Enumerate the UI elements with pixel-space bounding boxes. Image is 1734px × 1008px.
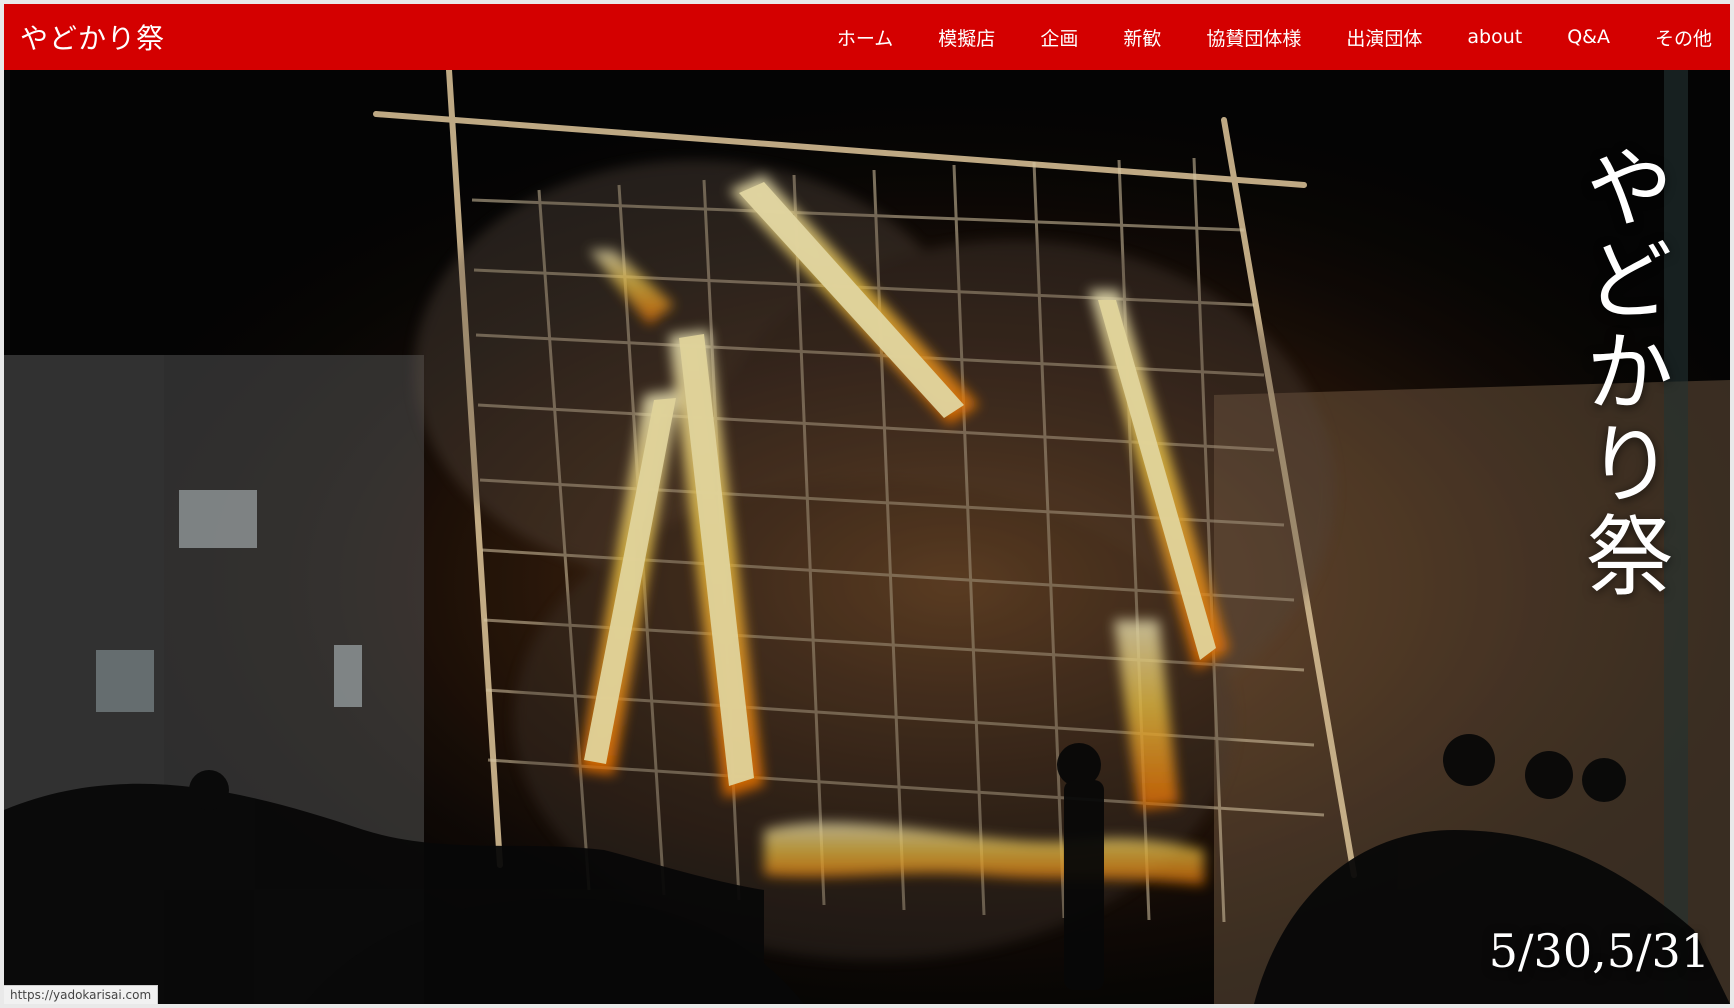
nav-other[interactable]: その他 (1655, 24, 1712, 51)
hero-banner: やどかり祭 5/30,5/31 https://yadokarisai.com (4, 70, 1730, 1004)
nav-events[interactable]: 企画 (1040, 24, 1078, 51)
nav-about[interactable]: about (1467, 26, 1522, 48)
nav-stalls[interactable]: 模擬店 (938, 24, 995, 51)
nav-performers[interactable]: 出演団体 (1346, 24, 1422, 51)
site-brand[interactable]: やどかり祭 (20, 17, 165, 57)
browser-status-url: https://yadokarisai.com (4, 985, 159, 1004)
nav-recruitment[interactable]: 新歓 (1123, 24, 1161, 51)
hero-dates: 5/30,5/31 (1488, 924, 1710, 978)
hero-title: やどかり祭 (1571, 142, 1674, 602)
site-header: やどかり祭 ホーム 模擬店 企画 新歓 協賛団体様 出演団体 about Q&A… (4, 4, 1730, 70)
nav-sponsors[interactable]: 協賛団体様 (1206, 24, 1301, 51)
nav-qa[interactable]: Q&A (1567, 26, 1610, 48)
festival-fire-image (4, 70, 1730, 1004)
main-nav: ホーム 模擬店 企画 新歓 協賛団体様 出演団体 about Q&A その他 (837, 24, 1712, 51)
nav-home[interactable]: ホーム (837, 24, 893, 51)
page-frame: やどかり祭 ホーム 模擬店 企画 新歓 協賛団体様 出演団体 about Q&A… (4, 4, 1730, 1004)
